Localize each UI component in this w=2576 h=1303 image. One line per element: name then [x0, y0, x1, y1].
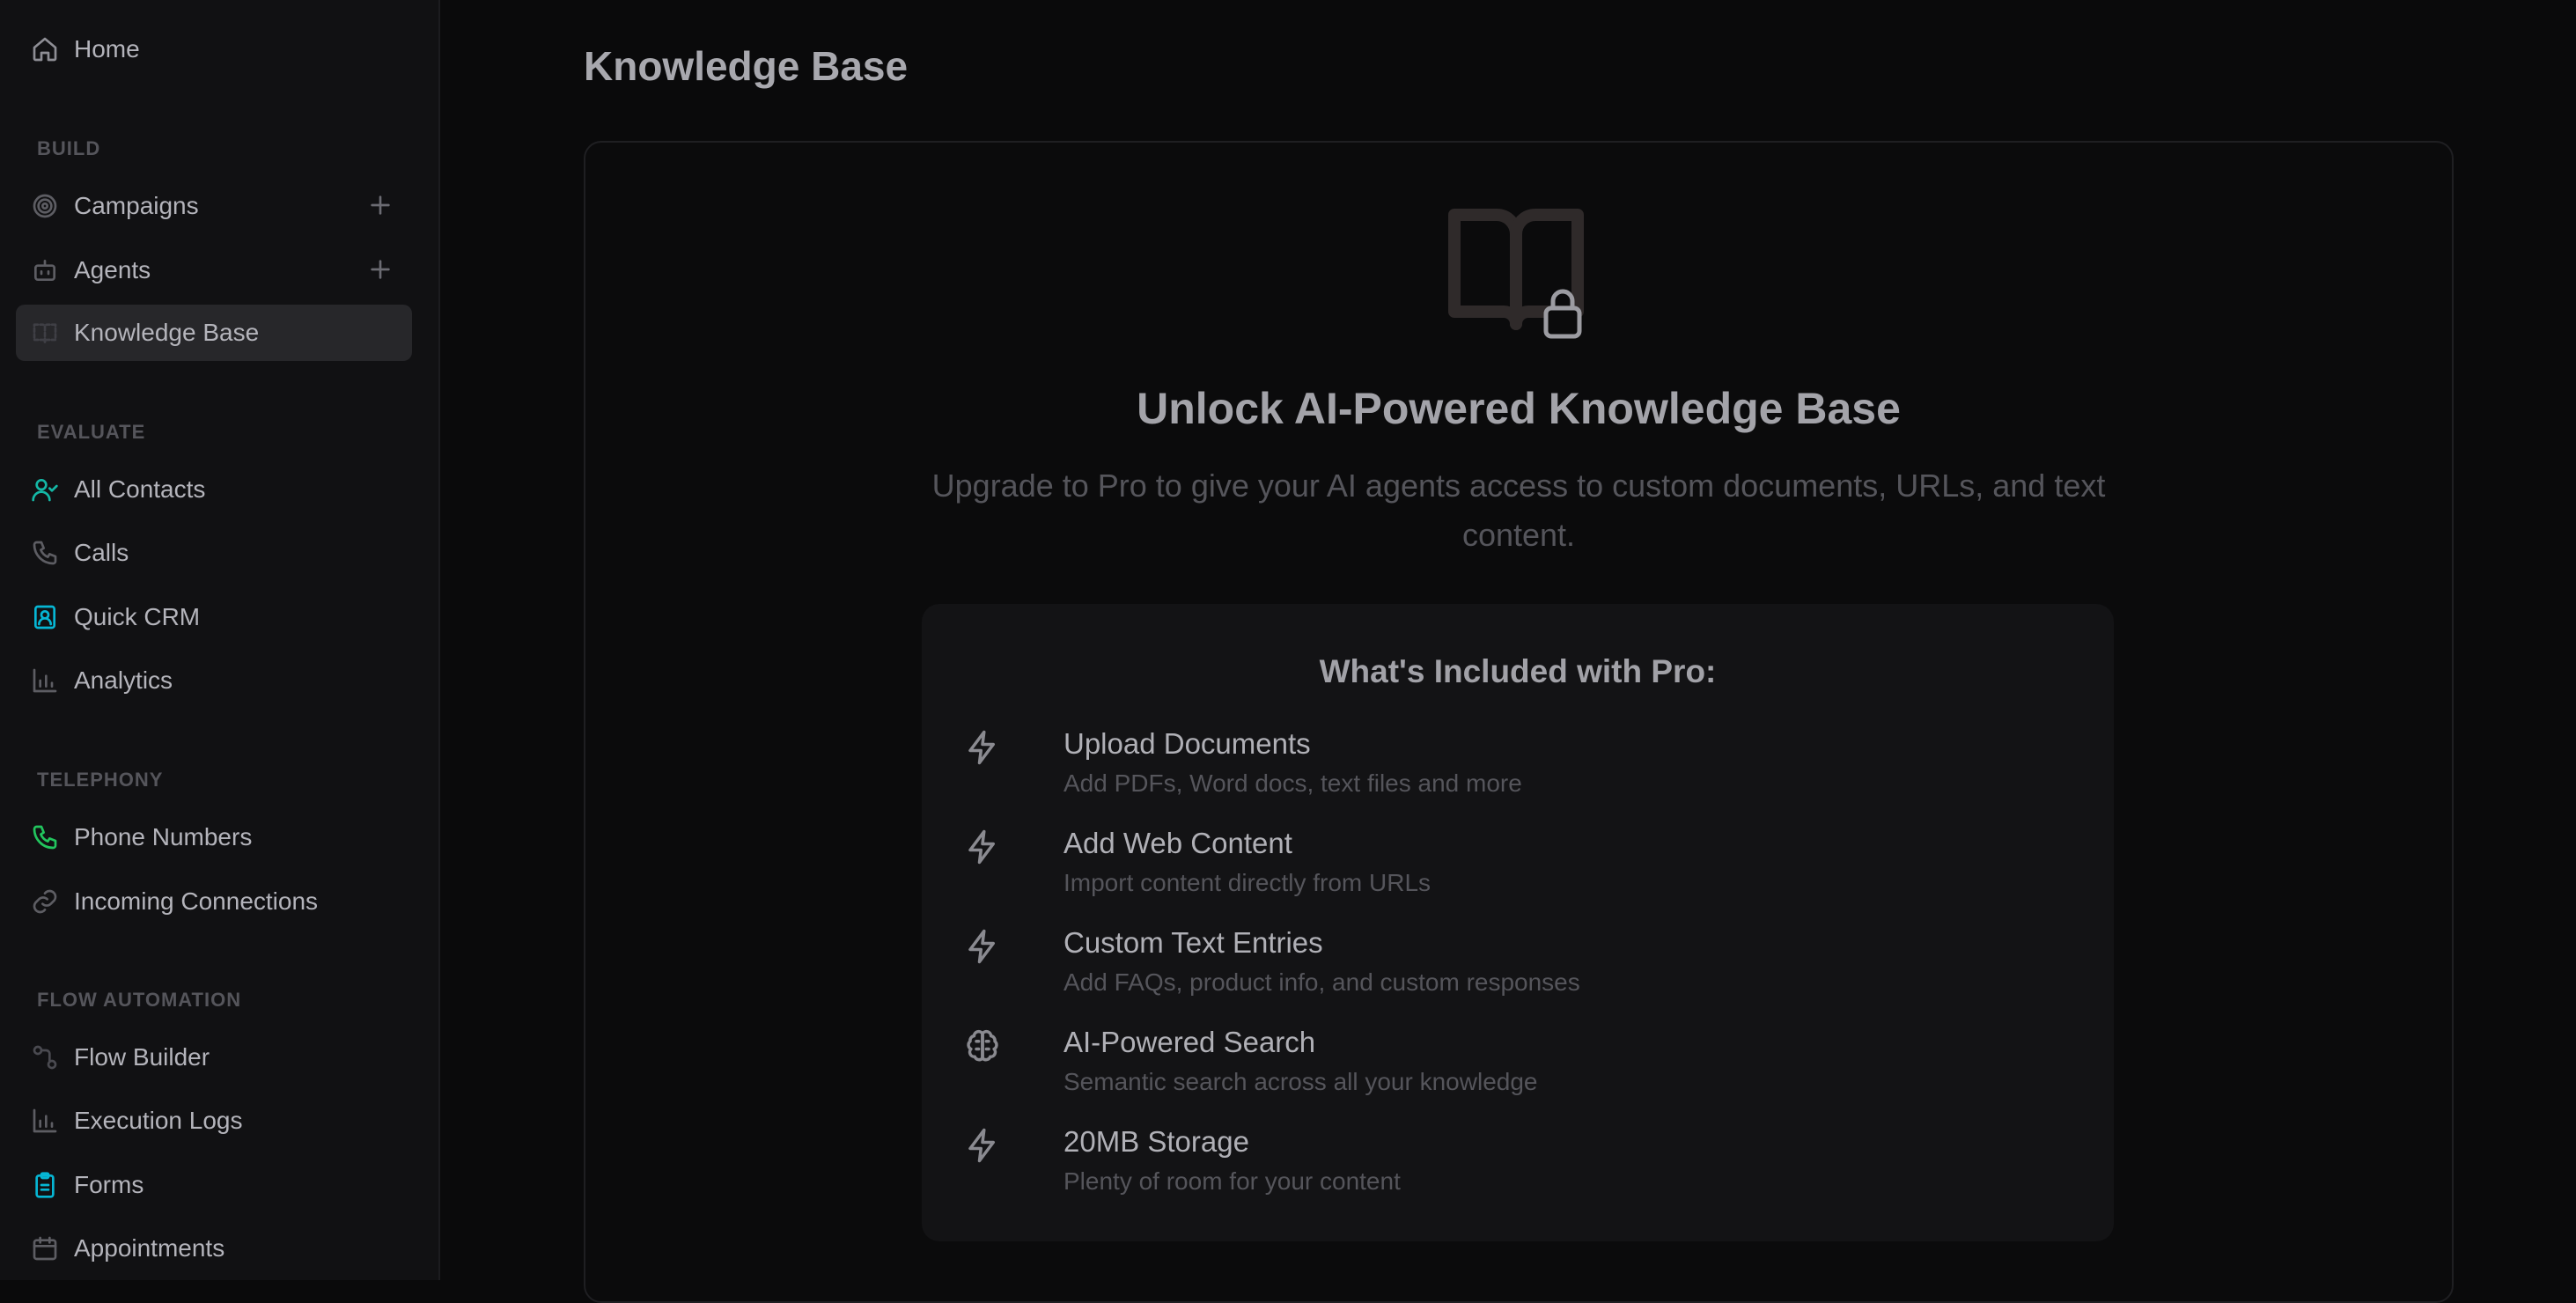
pro-features-title: What's Included with Pro:	[1319, 653, 1717, 689]
sidebar-item-label: Appointments	[74, 1234, 225, 1262]
bar-chart-icon	[30, 666, 60, 696]
feature-description: Plenty of room for your content	[1064, 1167, 1401, 1195]
feature-item: Upload Documents Add PDFs, Word docs, te…	[964, 727, 2064, 815]
sidebar-item-label: Quick CRM	[74, 603, 201, 630]
sidebar-item-label: Phone Numbers	[74, 823, 253, 850]
workflow-icon	[30, 1042, 60, 1072]
bar-chart-icon	[30, 1106, 60, 1136]
sidebar-item-agents[interactable]: Agents	[16, 242, 412, 298]
sidebar-item-campaigns[interactable]: Campaigns	[16, 178, 412, 234]
locked-book-icon	[1444, 202, 1593, 352]
phone-icon	[30, 538, 60, 568]
feature-description: Add FAQs, product info, and custom respo…	[1064, 968, 1580, 996]
feature-title: 20MB Storage	[1064, 1125, 1249, 1158]
sidebar-item-label: Forms	[74, 1171, 144, 1198]
sidebar-item-label: Agents	[74, 256, 151, 283]
feature-title: Custom Text Entries	[1064, 926, 1323, 959]
sidebar-item-execution-logs[interactable]: Execution Logs	[16, 1093, 412, 1149]
phone-icon	[30, 822, 60, 852]
feature-title: AI-Powered Search	[1064, 1026, 1316, 1058]
sidebar-item-label: Flow Builder	[74, 1043, 210, 1071]
feature-title: Add Web Content	[1064, 827, 1292, 859]
section-label-telephony: TELEPHONY	[37, 769, 164, 791]
sidebar-item-label: Knowledge Base	[74, 319, 260, 346]
book-icon	[30, 318, 60, 348]
section-label-flow-automation: FLOW AUTOMATION	[37, 989, 242, 1011]
feature-item: 20MB Storage Plenty of room for your con…	[964, 1125, 2064, 1213]
feature-item: Add Web Content Import content directly …	[964, 827, 2064, 915]
sidebar-item-forms[interactable]: Forms	[16, 1157, 412, 1213]
sidebar-item-label: Execution Logs	[74, 1107, 243, 1134]
user-check-icon	[30, 475, 60, 504]
link-icon	[30, 887, 60, 917]
sidebar-item-analytics[interactable]: Analytics	[16, 652, 412, 709]
feature-item: Custom Text Entries Add FAQs, product in…	[964, 926, 2064, 1014]
sidebar-item-knowledge-base[interactable]: Knowledge Base	[16, 305, 412, 361]
sidebar-item-label: Campaigns	[74, 192, 199, 219]
add-agent-button[interactable]	[366, 255, 396, 285]
zap-icon	[964, 928, 1003, 967]
sidebar-item-appointments[interactable]: Appointments	[16, 1220, 412, 1277]
plus-icon	[371, 195, 390, 215]
sidebar: Home BUILD Campaigns Agents Knowledge Ba…	[0, 0, 440, 1280]
sidebar-item-label: Home	[74, 35, 140, 63]
feature-description: Semantic search across all your knowledg…	[1064, 1068, 1538, 1095]
add-campaign-button[interactable]	[366, 191, 396, 221]
sidebar-item-incoming-connections[interactable]: Incoming Connections	[16, 873, 412, 930]
home-icon	[30, 34, 60, 64]
sidebar-item-flow-builder[interactable]: Flow Builder	[16, 1029, 412, 1086]
sidebar-item-label: Incoming Connections	[74, 887, 319, 915]
clipboard-icon	[30, 1170, 60, 1200]
sidebar-item-quick-crm[interactable]: Quick CRM	[16, 589, 412, 645]
page-title: Knowledge Base	[584, 43, 909, 89]
feature-title: Upload Documents	[1064, 727, 1311, 760]
sidebar-item-label: All Contacts	[74, 475, 206, 503]
sidebar-item-home[interactable]: Home	[16, 21, 412, 77]
sidebar-item-calls[interactable]: Calls	[16, 525, 412, 581]
zap-icon	[964, 729, 1003, 768]
target-icon	[30, 191, 60, 221]
feature-description: Add PDFs, Word docs, text files and more	[1064, 769, 1522, 797]
unlock-title: Unlock AI-Powered Knowledge Base	[1137, 384, 1901, 433]
plus-icon	[371, 260, 390, 279]
sidebar-item-phone-numbers[interactable]: Phone Numbers	[16, 809, 412, 865]
feature-description: Import content directly from URLs	[1064, 869, 1432, 896]
sidebar-item-label: Analytics	[74, 666, 173, 694]
brain-icon	[964, 1027, 1003, 1066]
feature-item: AI-Powered Search Semantic search across…	[964, 1026, 2064, 1114]
bot-icon	[30, 255, 60, 285]
contact-card-icon	[30, 602, 60, 632]
zap-icon	[964, 828, 1003, 867]
unlock-subtitle: Upgrade to Pro to give your AI agents ac…	[931, 467, 2106, 553]
sidebar-item-all-contacts[interactable]: All Contacts	[16, 461, 412, 518]
zap-icon	[964, 1127, 1003, 1166]
pro-features-box: What's Included with Pro: Upload Documen…	[922, 604, 2114, 1241]
sidebar-item-label: Calls	[74, 539, 129, 566]
section-label-build: BUILD	[37, 137, 101, 159]
calendar-icon	[30, 1233, 60, 1263]
section-label-evaluate: EVALUATE	[37, 421, 146, 443]
